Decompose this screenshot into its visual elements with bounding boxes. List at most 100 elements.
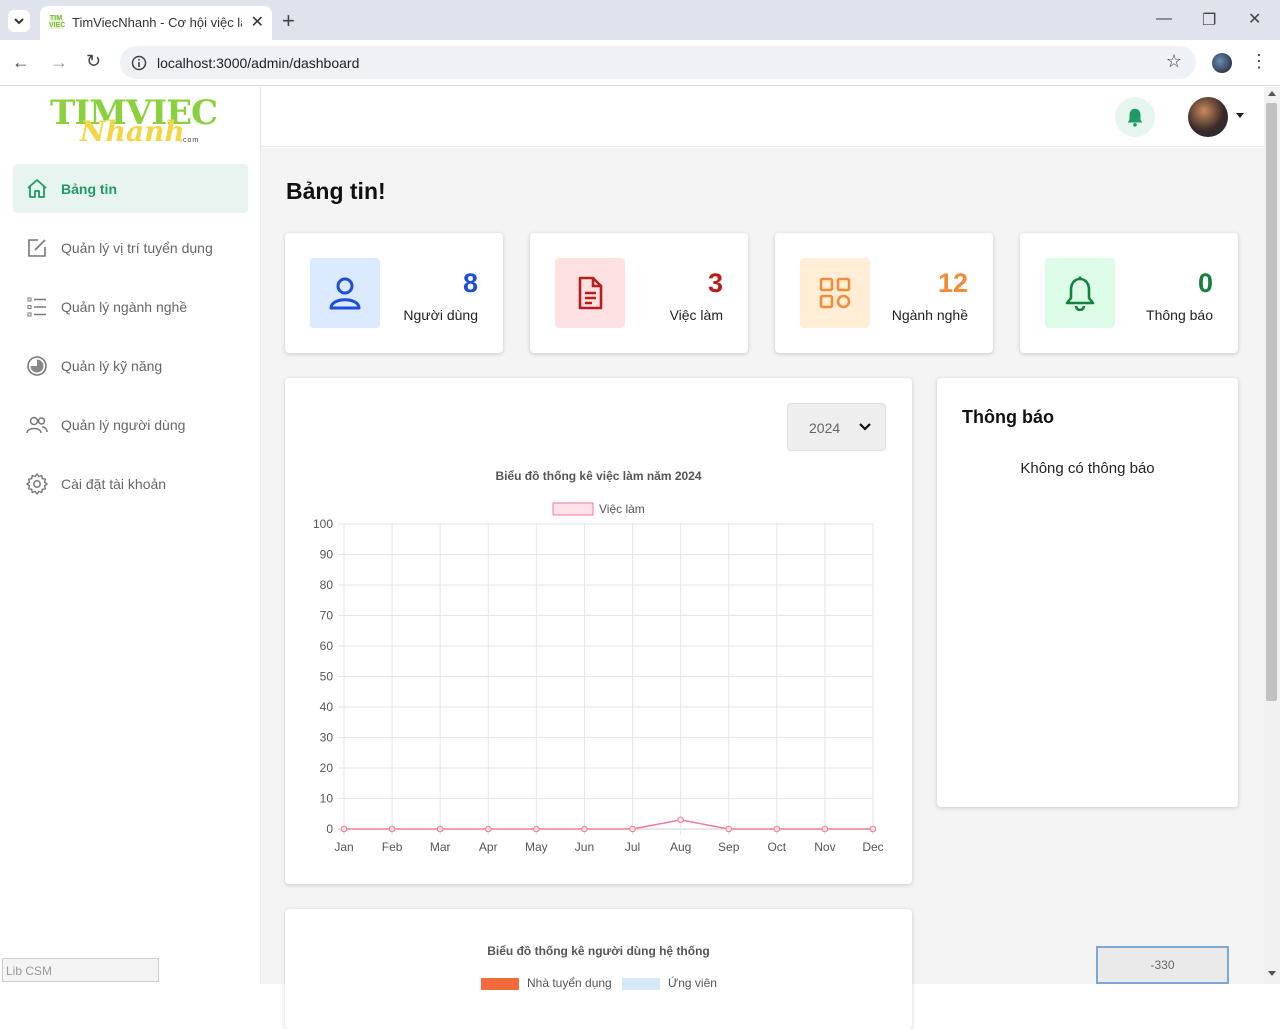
- chevron-down-icon: [14, 18, 24, 25]
- url-field[interactable]: localhost:3000/admin/dashboard ☆: [120, 46, 1196, 79]
- reload-button[interactable]: ↻: [86, 51, 101, 72]
- x-tick-label: Dec: [862, 840, 883, 854]
- list-icon: [27, 297, 46, 317]
- x-tick-label: Jul: [625, 840, 640, 854]
- close-tab-icon[interactable]: ✕: [251, 12, 264, 32]
- stat-card-users: 8 Người dùng: [285, 233, 503, 353]
- bell-icon: [1065, 276, 1095, 311]
- pie-icon: [27, 356, 47, 376]
- gear-icon: [26, 473, 48, 495]
- bell-icon: [1127, 108, 1143, 127]
- sidebar-item-industries[interactable]: Quản lý ngành nghề: [13, 282, 248, 331]
- notifications-title: Thông báo: [962, 407, 1054, 427]
- y-tick-label: 70: [320, 609, 334, 623]
- y-tick-label: 10: [320, 792, 334, 806]
- home-icon: [27, 179, 47, 198]
- data-point: [484, 825, 492, 833]
- document-icon: [578, 276, 603, 310]
- sidebar-item-skills[interactable]: Quản lý kỹ năng: [13, 341, 248, 390]
- sidebar: TIMVIEC Nhanh .com Bảng tin Quản lý vị t…: [0, 87, 261, 984]
- x-tick-label: Jun: [575, 840, 594, 854]
- new-tab-button[interactable]: +: [282, 8, 295, 34]
- info-icon[interactable]: [131, 55, 147, 71]
- sidebar-item-users[interactable]: Quản lý người dùng: [13, 400, 248, 449]
- scroll-position-box[interactable]: -330: [1096, 946, 1229, 984]
- sidebar-item-label: Cài đặt tài khoản: [61, 476, 167, 492]
- y-tick-label: 80: [320, 578, 334, 592]
- scroll-up-arrow[interactable]: [1268, 91, 1276, 96]
- back-button[interactable]: ←: [12, 52, 30, 73]
- y-tick-label: 0: [326, 822, 333, 836]
- legend-label-employer: Nhà tuyển dụng: [527, 976, 612, 990]
- scroll-down-arrow[interactable]: [1268, 971, 1276, 976]
- page-title: Bảng tin!: [286, 178, 386, 204]
- stat-card-notifications: 0 Thông báo: [1020, 233, 1238, 353]
- y-tick-label: 20: [320, 761, 334, 775]
- grid-icon: [819, 277, 851, 309]
- data-point: [725, 825, 733, 833]
- stat-label: Ngành nghề: [891, 307, 968, 323]
- page-scrollbar[interactable]: [1264, 87, 1280, 984]
- sidebar-item-label: Quản lý kỹ năng: [61, 358, 163, 374]
- series-line: [344, 819, 873, 830]
- bookmark-star-icon[interactable]: ☆: [1166, 51, 1182, 72]
- data-point: [436, 825, 444, 833]
- sidebar-item-label: Quản lý vị trí tuyển dụng: [61, 240, 213, 256]
- stat-value: 0: [1197, 268, 1213, 298]
- scrollbar-thumb[interactable]: [1266, 103, 1277, 701]
- stat-icon-box: [555, 258, 625, 328]
- data-point: [869, 825, 877, 833]
- main-content: Bảng tin! 8 Người dùng 3 Việc làm 12 Ngà…: [261, 148, 1264, 1029]
- notifications-panel: Thông báo Không có thông báo: [937, 378, 1238, 807]
- tab-list-button[interactable]: [8, 10, 30, 32]
- caret-down-icon[interactable]: [1236, 113, 1244, 118]
- stat-label: Thông báo: [1146, 307, 1213, 323]
- sidebar-item-settings[interactable]: Cài đặt tài khoản: [13, 459, 248, 508]
- y-tick-label: 40: [320, 700, 334, 714]
- y-tick-label: 90: [320, 548, 334, 562]
- sidebar-item-label: Bảng tin: [61, 181, 117, 197]
- legend-label: Việc làm: [599, 502, 645, 516]
- y-tick-label: 30: [320, 731, 334, 745]
- logo[interactable]: TIMVIEC Nhanh .com: [50, 93, 220, 153]
- stat-icon-box: [800, 258, 870, 328]
- data-point: [533, 825, 540, 833]
- notification-button[interactable]: [1115, 97, 1155, 137]
- y-tick-label: 60: [320, 639, 334, 653]
- edit-icon: [28, 239, 46, 257]
- data-point: [821, 825, 829, 833]
- job-line-chart: 0 10 20 30 40 50 60 70 80 90 100 Jan Feb Mar Apr May Jun…: [313, 502, 884, 854]
- stat-value: 3: [707, 268, 723, 298]
- legend-label-candidate: Ứng viên: [668, 976, 717, 990]
- data-point: [581, 825, 588, 833]
- legend-swatch-employer: [481, 978, 519, 990]
- stat-icon-box: [1045, 258, 1115, 328]
- restore-button[interactable]: ❐: [1202, 10, 1216, 30]
- user-avatar[interactable]: [1188, 97, 1228, 137]
- sidebar-item-label: Quản lý ngành nghề: [61, 299, 188, 315]
- sidebar-item-dashboard[interactable]: Bảng tin: [13, 164, 248, 213]
- favicon: TIM VIEC: [49, 15, 66, 29]
- stat-card-industries: 12 Ngành nghề: [775, 233, 993, 353]
- close-window-button[interactable]: ✕: [1248, 9, 1261, 29]
- url-text: localhost:3000/admin/dashboard: [157, 55, 360, 71]
- x-tick-label: Mar: [430, 840, 451, 854]
- user-chart-title: Biểu đồ thống kê người dùng hệ thống: [487, 944, 710, 958]
- browser-tab[interactable]: TIM VIEC TimViecNhanh - Cơ hội việc làm …: [40, 6, 272, 40]
- x-tick-label: Apr: [479, 840, 498, 854]
- sidebar-item-positions[interactable]: Quản lý vị trí tuyển dụng: [13, 223, 248, 272]
- users-icon: [26, 416, 48, 434]
- forward-button[interactable]: →: [50, 52, 68, 73]
- stat-value: 8: [462, 268, 478, 298]
- logo-text-script: Nhanh: [80, 115, 185, 148]
- y-tick-label: 50: [320, 670, 334, 684]
- tab-title: TimViecNhanh - Cơ hội việc làm: [72, 15, 242, 30]
- stat-label: Người dùng: [403, 307, 478, 323]
- address-bar: ← → ↻ localhost:3000/admin/dashboard ☆ ⋮: [0, 40, 1280, 86]
- browser-menu-icon[interactable]: ⋮: [1250, 51, 1268, 72]
- data-point: [388, 825, 396, 833]
- profile-avatar[interactable]: [1212, 53, 1232, 73]
- user-icon: [329, 277, 361, 310]
- minimize-button[interactable]: —: [1156, 10, 1172, 28]
- x-tick-label: Sep: [718, 840, 740, 854]
